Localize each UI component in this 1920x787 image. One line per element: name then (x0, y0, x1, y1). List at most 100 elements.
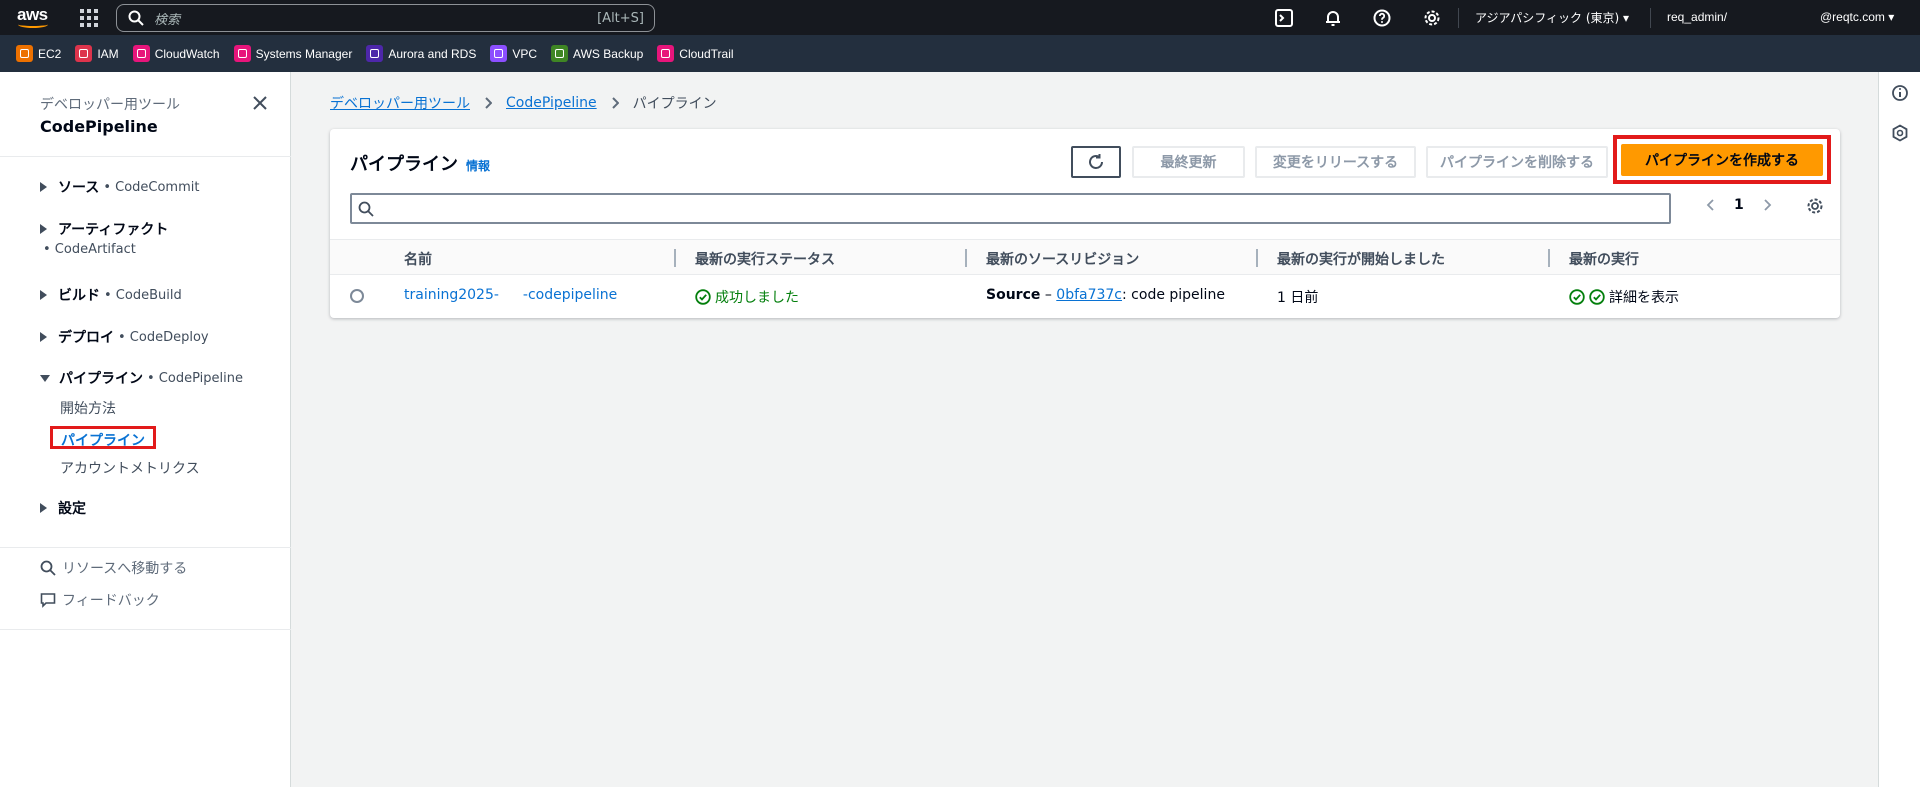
sidebar-divider (0, 629, 291, 630)
favorite-cloudwatch[interactable]: CloudWatch (132, 45, 220, 62)
sidebar-section-build[interactable]: ビルド • CodeBuild (40, 285, 182, 305)
pipelines-panel: パイプライン 情報 最終更新 変更をリリースする パイプラインを削除する パイプ… (330, 129, 1840, 318)
search-placeholder: 検索 (154, 12, 181, 28)
favorite-label: EC2 (38, 46, 62, 61)
rds-icon (366, 45, 384, 62)
column-header-started[interactable]: 最新の実行が開始しました (1277, 249, 1445, 269)
row-select-radio[interactable] (350, 289, 364, 303)
services-menu-icon[interactable] (80, 9, 98, 27)
favorite-cloudtrail[interactable]: CloudTrail (657, 45, 734, 62)
search-bar[interactable]: 検索 [Alt+S] (116, 4, 655, 32)
favorite-label: Aurora and RDS (388, 46, 477, 61)
release-change-button[interactable]: 変更をリリースする (1255, 146, 1416, 178)
favorite-systems-manager[interactable]: Systems Manager (233, 45, 352, 62)
refresh-button[interactable] (1071, 146, 1121, 178)
sidebar-section-source[interactable]: ソース • CodeCommit (40, 177, 199, 197)
caret-right-icon (40, 182, 47, 192)
feedback-link[interactable]: フィードバック (40, 590, 160, 610)
sidebar-section-artifact[interactable]: アーティファクト (40, 219, 168, 239)
search-shortcut: [Alt+S] (597, 10, 644, 26)
source-dash: – (1040, 287, 1057, 303)
page-number[interactable]: 1 (1734, 197, 1744, 213)
cloudshell-icon[interactable] (1275, 9, 1293, 27)
cloudtrail-icon (657, 45, 675, 62)
favorite-label: AWS Backup (573, 46, 644, 61)
region-selector[interactable]: アジアパシフィック (東京) ▾ (1475, 9, 1629, 26)
section-label: アーティファクト (58, 222, 169, 238)
notifications-icon[interactable] (1324, 9, 1342, 27)
success-check-icon (1589, 289, 1605, 305)
caret-down-icon (40, 374, 50, 382)
section-service: • CodeCommit (103, 179, 200, 195)
help-icon[interactable] (1373, 9, 1391, 27)
section-service: • CodeBuild (104, 287, 182, 303)
caret-right-icon (40, 290, 47, 300)
favorite-ec2[interactable]: EC2 (16, 45, 61, 62)
favorite-aurora-rds[interactable]: Aurora and RDS (366, 45, 476, 62)
cloudwatch-icon (132, 45, 150, 62)
close-icon[interactable] (251, 94, 269, 112)
breadcrumb-codepipeline[interactable]: CodePipeline (506, 95, 597, 111)
settings-gear-icon[interactable] (1423, 9, 1441, 27)
column-header-status[interactable]: 最新の実行ステータス (695, 249, 835, 269)
sidebar-divider (0, 547, 291, 548)
table-row: training2025- -codepipeline 成功しました Source… (330, 276, 1840, 316)
filter-input[interactable] (350, 193, 1671, 224)
info-icon[interactable] (1891, 84, 1909, 102)
info-link[interactable]: 情報 (466, 157, 490, 174)
column-resizer[interactable] (1256, 249, 1258, 267)
vpc-icon (490, 45, 508, 62)
favorite-aws-backup[interactable]: AWS Backup (551, 45, 643, 62)
view-details-link[interactable]: 詳細を表示 (1609, 287, 1679, 307)
sidebar-item-account-metrics[interactable]: アカウントメトリクス (60, 458, 200, 478)
section-label: ビルド (58, 288, 100, 304)
favorite-label: IAM (97, 46, 119, 61)
user-menu[interactable]: req_admin/ (1667, 10, 1727, 24)
account-menu[interactable]: @reqtc.com ▾ (1820, 10, 1894, 24)
column-header-source-revision[interactable]: 最新のソースリビジョン (986, 249, 1139, 269)
iam-icon (75, 45, 93, 62)
sidebar-subtitle[interactable]: デベロッパー用ツール (40, 94, 180, 114)
pipeline-name-prefix: training2025- (404, 287, 499, 303)
search-icon (358, 201, 374, 217)
last-updated-button[interactable]: 最終更新 (1132, 146, 1245, 178)
create-pipeline-button[interactable]: パイプラインを作成する (1621, 144, 1823, 176)
chevron-right-icon (485, 97, 492, 109)
breadcrumb-current: パイプライン (632, 96, 717, 112)
delete-pipeline-button[interactable]: パイプラインを削除する (1426, 146, 1608, 178)
sidebar-section-settings[interactable]: 設定 (40, 498, 86, 518)
nav-divider (1458, 8, 1459, 28)
success-check-icon (695, 289, 711, 305)
goto-resource-link[interactable]: リソースへ移動する (40, 558, 187, 578)
column-resizer[interactable] (674, 249, 676, 267)
sidebar-section-pipeline[interactable]: パイプライン • CodePipeline (40, 368, 243, 388)
execution-started: 1 日前 (1277, 290, 1319, 306)
favorite-vpc[interactable]: VPC (490, 45, 537, 62)
pipeline-name-link[interactable]: training2025- -codepipeline (404, 287, 617, 303)
hexagon-icon[interactable] (1891, 124, 1909, 142)
comment-icon (40, 593, 56, 608)
section-service: • CodeArtifact (43, 242, 136, 257)
column-header-latest-execution[interactable]: 最新の実行 (1569, 249, 1639, 269)
chevron-right-icon[interactable] (1762, 198, 1772, 212)
tools-rail (1878, 72, 1920, 787)
backup-icon (551, 45, 569, 62)
column-resizer[interactable] (965, 249, 967, 267)
chevron-left-icon[interactable] (1706, 198, 1716, 212)
sidebar-section-deploy[interactable]: デプロイ • CodeDeploy (40, 327, 209, 347)
revision-link[interactable]: 0bfa737c (1056, 287, 1122, 303)
preferences-gear-icon[interactable] (1806, 197, 1824, 215)
aws-logo-smile (18, 21, 48, 28)
column-header-name[interactable]: 名前 (404, 249, 432, 269)
favorite-iam[interactable]: IAM (75, 45, 119, 62)
section-label: デプロイ (58, 330, 114, 346)
sidebar-item-pipelines[interactable]: パイプライン (61, 430, 145, 450)
breadcrumb-developer-tools[interactable]: デベロッパー用ツール (330, 93, 470, 113)
sidebar-title[interactable]: CodePipeline (40, 117, 158, 136)
sidebar-item-getting-started[interactable]: 開始方法 (60, 398, 116, 418)
aws-logo[interactable]: aws (17, 5, 51, 29)
revision-message: : code pipeline (1122, 287, 1225, 303)
section-label: ソース (58, 180, 100, 196)
sidebar-item-pipelines-highlight[interactable]: パイプライン (50, 426, 156, 449)
column-resizer[interactable] (1548, 249, 1550, 267)
